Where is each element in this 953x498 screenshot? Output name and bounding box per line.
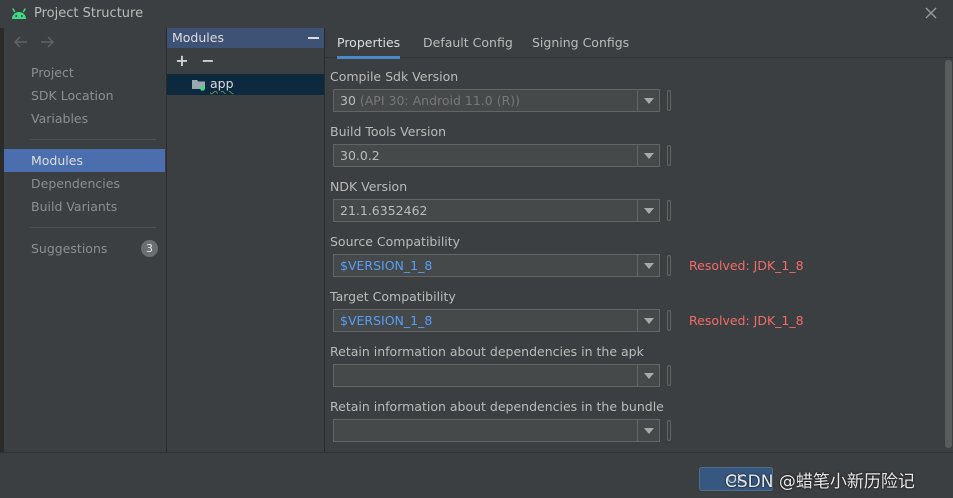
back-arrow-icon[interactable] (12, 34, 30, 50)
combo-divider (637, 255, 638, 276)
chevron-down-icon[interactable] (644, 208, 654, 214)
nav-arrows (12, 34, 56, 50)
combo-divider (637, 90, 638, 111)
compile-sdk-value: 30 (API 30: Android 11.0 (R)) (340, 93, 520, 108)
source-compat-value: $VERSION_1_8 (340, 258, 433, 273)
chevron-down-icon[interactable] (644, 98, 654, 104)
source-compat-combo[interactable]: $VERSION_1_8 (333, 254, 660, 277)
modules-header-label: Modules (172, 30, 224, 45)
combo-divider (637, 145, 638, 166)
target-compat-resolved: Resolved: JDK_1_8 (689, 313, 804, 328)
title-bar: Project Structure (0, 0, 953, 28)
tab-label: Signing Configs (532, 35, 630, 50)
target-compat-combo[interactable]: $VERSION_1_8 (333, 309, 660, 332)
tab-properties[interactable]: Properties (337, 28, 401, 59)
nav-item-sdk-location[interactable]: SDK Location (4, 84, 165, 107)
nav-item-variables[interactable]: Variables (4, 107, 165, 130)
add-module-button[interactable]: + (173, 52, 191, 70)
forward-arrow-icon[interactable] (38, 34, 56, 50)
tab-label: Properties (337, 35, 401, 50)
tab-bar: Properties Default Config Signing Config… (325, 28, 953, 59)
combo-divider (637, 200, 638, 221)
modules-toolbar: + − (173, 52, 217, 70)
build-tools-value: 30.0.2 (340, 148, 380, 163)
retain-apk-extra-button[interactable] (667, 365, 671, 386)
compile-sdk-combo[interactable]: 30 (API 30: Android 11.0 (R)) (333, 89, 660, 112)
ndk-label: NDK Version (330, 179, 408, 194)
suggestions-count-badge: 3 (141, 240, 158, 257)
tab-label: Default Config (423, 35, 513, 50)
nav-item-label: Dependencies (31, 176, 120, 191)
build-tools-label: Build Tools Version (330, 124, 447, 139)
module-label: app (210, 76, 234, 91)
ok-button[interactable]: OK (699, 467, 773, 491)
modules-panel: Modules + − app (166, 28, 324, 452)
properties-form: Compile Sdk Version 30 (API 30: Android … (325, 59, 953, 452)
target-compat-value: $VERSION_1_8 (340, 313, 433, 328)
close-icon[interactable] (923, 5, 939, 21)
nav-item-label: Modules (31, 153, 83, 168)
chevron-down-icon[interactable] (644, 153, 654, 159)
modules-header: Modules (167, 28, 324, 48)
source-compat-extra-button[interactable] (667, 255, 671, 276)
nav-divider (30, 139, 156, 140)
nav-item-label: Variables (31, 111, 89, 126)
build-tools-extra-button[interactable] (667, 145, 671, 166)
chevron-down-icon[interactable] (644, 263, 654, 269)
chevron-down-icon[interactable] (644, 373, 654, 379)
android-icon (12, 8, 26, 19)
tab-signing-configs[interactable]: Signing Configs (532, 28, 629, 58)
nav-item-label: Build Variants (31, 199, 118, 214)
dialog-footer: OK CSDN @蜡笔小新历险记 (0, 452, 953, 498)
combo-divider (637, 365, 638, 386)
retain-bundle-combo[interactable] (333, 419, 660, 442)
window-title: Project Structure (34, 6, 144, 21)
module-folder-icon (192, 80, 205, 91)
compile-sdk-label: Compile Sdk Version (330, 69, 459, 84)
combo-divider (637, 310, 638, 331)
compile-sdk-extra-button[interactable] (667, 90, 671, 111)
retain-bundle-extra-button[interactable] (667, 420, 671, 441)
retain-bundle-label: Retain information about dependencies in… (330, 399, 664, 414)
compile-sdk-version: 30 (340, 93, 356, 108)
ndk-combo[interactable]: 21.1.6352462 (333, 199, 660, 222)
left-navigation: Project SDK Location Variables Modules D… (4, 28, 165, 452)
properties-panel: Properties Default Config Signing Config… (324, 28, 953, 452)
retain-apk-combo[interactable] (333, 364, 660, 387)
target-compat-extra-button[interactable] (667, 310, 671, 331)
nav-item-project[interactable]: Project (4, 61, 165, 84)
nav-item-modules[interactable]: Modules (4, 149, 165, 172)
chevron-down-icon[interactable] (644, 318, 654, 324)
nav-item-build-variants[interactable]: Build Variants (4, 195, 165, 218)
module-item-app[interactable]: app (167, 74, 324, 95)
nav-divider (30, 227, 156, 228)
remove-module-button[interactable]: − (199, 52, 217, 70)
nav-item-label: Suggestions (31, 241, 108, 256)
collapse-icon[interactable] (308, 37, 319, 39)
nav-item-suggestions[interactable]: Suggestions 3 (4, 237, 165, 260)
nav-item-label: Project (31, 65, 74, 80)
build-tools-combo[interactable]: 30.0.2 (333, 144, 660, 167)
target-compat-label: Target Compatibility (330, 289, 456, 304)
source-compat-label: Source Compatibility (330, 234, 461, 249)
tab-default-config[interactable]: Default Config (423, 28, 513, 58)
combo-divider (637, 420, 638, 441)
retain-apk-label: Retain information about dependencies in… (330, 344, 644, 359)
project-structure-dialog: Project Structure Project SDK Location V… (0, 0, 953, 498)
source-compat-resolved: Resolved: JDK_1_8 (689, 258, 804, 273)
ndk-value: 21.1.6352462 (340, 203, 428, 218)
nav-item-dependencies[interactable]: Dependencies (4, 172, 165, 195)
ndk-extra-button[interactable] (667, 200, 671, 221)
compile-sdk-hint: (API 30: Android 11.0 (R)) (355, 93, 521, 108)
vertical-scrollbar[interactable] (945, 60, 952, 448)
chevron-down-icon[interactable] (644, 428, 654, 434)
nav-item-label: SDK Location (31, 88, 114, 103)
